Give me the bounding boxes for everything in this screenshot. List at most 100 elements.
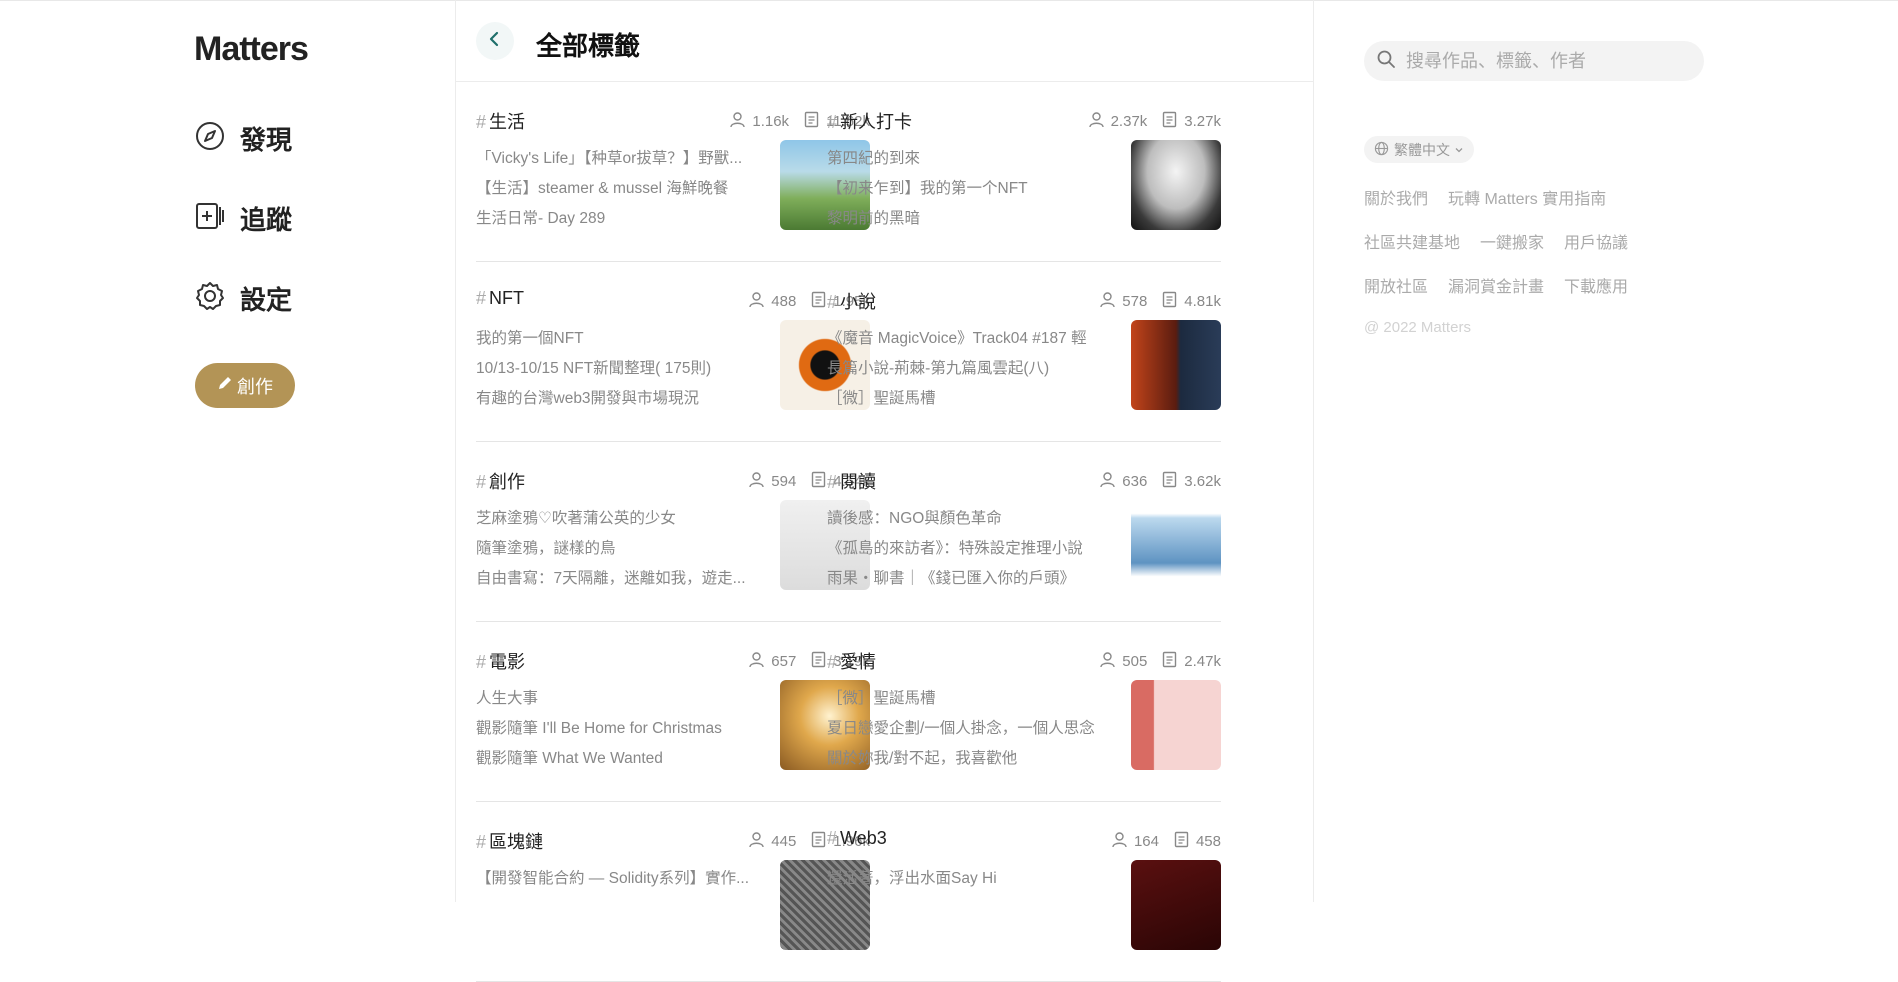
tag-card[interactable]: # 區塊鏈 445 1.96k 【開發智能合約 — Solidity系列】實作..… [476, 802, 870, 982]
tag-cover-image[interactable] [1131, 140, 1221, 230]
tag-article-link[interactable]: 【初来乍到】我的第一个NFT [827, 174, 1117, 204]
hash-icon: # [476, 652, 487, 672]
tag-cover-image[interactable] [1131, 860, 1221, 950]
tag-name[interactable]: # NFT [476, 288, 524, 309]
user-count-value: 488 [771, 293, 797, 310]
tag-name[interactable]: # 愛情 [827, 648, 876, 674]
article-count-value: 2.47k [1184, 653, 1221, 670]
language-label: 繁體中文 [1394, 141, 1450, 158]
user-count: 505 [1099, 651, 1147, 672]
user-count-value: 1.16k [752, 113, 790, 130]
tag-name-label: 創作 [489, 472, 526, 492]
tag-article-link[interactable]: ［微］聖誕馬槽 [827, 384, 1117, 414]
gear-icon [194, 280, 226, 317]
link-bug-bounty[interactable]: 漏洞賞金計畫 [1448, 273, 1544, 297]
pencil-icon [217, 375, 237, 396]
tag-article-link[interactable]: 《孤島的來訪者》：特殊設定推理小說 [827, 534, 1117, 564]
article-count-value: 3.27k [1184, 113, 1221, 130]
tag-card[interactable]: # 電影 657 3.19k 人生大事 觀影隨筆 I'll Be Home for… [476, 622, 870, 802]
link-about[interactable]: 關於我們 [1364, 185, 1428, 209]
link-terms[interactable]: 用戶協議 [1564, 229, 1628, 253]
article-count: 4.81k [1161, 291, 1221, 312]
tag-card[interactable]: # NFT 488 1.95k 我的第一個NFT 10/13-10/15 NFT新… [476, 262, 870, 442]
tag-article-link[interactable]: 有趣的台灣web3開發與市場現況 [476, 384, 766, 414]
tag-name[interactable]: # 生活 [476, 108, 525, 134]
footer-links-row-3: 開放社區 漏洞賞金計畫 下載應用 [1364, 273, 1648, 297]
tag-article-link[interactable]: 「Vicky's Life」【种草or拔草？】野獸... [476, 144, 766, 174]
user-count-value: 2.37k [1110, 113, 1148, 130]
tag-article-link[interactable]: 關於妳我/對不起，我喜歡他 [827, 744, 1117, 774]
tag-article-link[interactable]: 觀影隨筆 What We Wanted [476, 744, 766, 774]
tag-card[interactable]: # Web3 164 458 還活著，浮出水面Say Hi [827, 802, 1221, 982]
tag-name[interactable]: # 區塊鏈 [476, 828, 543, 854]
article-icon [1161, 651, 1184, 672]
tag-article-link[interactable]: 我的第一個NFT [476, 324, 766, 354]
nav-discover[interactable]: 發現 [194, 120, 292, 157]
tag-article-list: 人生大事 觀影隨筆 I'll Be Home for Christmas 觀影隨… [476, 684, 766, 774]
tag-article-link[interactable]: 還活著，浮出水面Say Hi [827, 864, 1117, 894]
link-download-app[interactable]: 下載應用 [1564, 273, 1628, 297]
tag-article-link[interactable]: 讀後感：NGO與顏色革命 [827, 504, 1117, 534]
tag-article-link[interactable]: 隨筆塗鴉，謎樣的鳥 [476, 534, 766, 564]
tag-name-label: 愛情 [840, 652, 877, 672]
create-button[interactable]: 創作 [195, 363, 295, 408]
article-count-value: 4.81k [1184, 293, 1221, 310]
tag-name[interactable]: # 新人打卡 [827, 108, 912, 134]
tag-name[interactable]: # Web3 [827, 828, 887, 849]
hash-icon: # [476, 288, 487, 308]
chevron-down-icon [1450, 142, 1464, 158]
user-count-value: 636 [1122, 473, 1148, 490]
back-button[interactable] [476, 22, 514, 60]
left-sidebar: Matters 發現 追蹤 設定 創作 [0, 0, 455, 902]
link-open-community[interactable]: 開放社區 [1364, 273, 1428, 297]
tag-article-link[interactable]: 【開發智能合約 — Solidity系列】實作... [476, 864, 766, 894]
user-count: 445 [748, 831, 796, 852]
nav-settings[interactable]: 設定 [194, 280, 292, 317]
tag-article-link[interactable]: 自由書寫：7天隔離，迷離如我，遊走... [476, 564, 766, 594]
link-migration[interactable]: 一鍵搬家 [1480, 229, 1544, 253]
tag-stats: 2.37k 3.27k [1074, 111, 1221, 132]
user-count: 636 [1099, 471, 1147, 492]
nav-discover-label: 發現 [240, 125, 293, 155]
tag-article-link[interactable]: 生活日常- Day 289 [476, 204, 766, 234]
nav-follow[interactable]: 追蹤 [194, 200, 292, 237]
tag-name[interactable]: # 電影 [476, 648, 525, 674]
user-count: 488 [748, 291, 796, 312]
link-guide[interactable]: 玩轉 Matters 實用指南 [1448, 185, 1606, 209]
tag-article-link[interactable]: 10/13-10/15 NFT新聞整理( 175則) [476, 354, 766, 384]
tag-card[interactable]: # 創作 594 4.54k 芝麻塗鴉♡吹著蒲公英的少女 隨筆塗鴉，謎樣的鳥 自由… [476, 442, 870, 622]
tag-article-link[interactable]: 《魔音 MagicVoice》Track04 #187 輕 [827, 324, 1117, 354]
tag-card[interactable]: # 新人打卡 2.37k 3.27k 第四紀的到來 【初来乍到】我的第一个NFT … [827, 82, 1221, 262]
tag-card[interactable]: # 小說 578 4.81k 《魔音 MagicVoice》Track04 #18… [827, 262, 1221, 442]
tag-article-link[interactable]: 人生大事 [476, 684, 766, 714]
user-count-value: 657 [771, 653, 797, 670]
tag-article-link[interactable]: ［微］聖誕馬槽 [827, 684, 1117, 714]
link-community[interactable]: 社區共建基地 [1364, 229, 1460, 253]
tag-card[interactable]: # 生活 1.16k 11.62k 「Vicky's Life」【种草or拔草？】… [476, 82, 870, 262]
search-input[interactable] [1406, 50, 1686, 72]
tag-name[interactable]: # 創作 [476, 468, 525, 494]
tag-article-link[interactable]: 夏日戀愛企劃/一個人掛念，一個人思念 [827, 714, 1117, 744]
tag-name[interactable]: # 小說 [827, 288, 876, 314]
tag-article-list: 芝麻塗鴉♡吹著蒲公英的少女 隨筆塗鴉，謎樣的鳥 自由書寫：7天隔離，迷離如我，遊… [476, 504, 766, 594]
tag-article-link[interactable]: 觀影隨筆 I'll Be Home for Christmas [476, 714, 766, 744]
tag-cover-image[interactable] [1131, 320, 1221, 410]
user-count-value: 164 [1133, 833, 1159, 850]
tag-article-link[interactable]: 【生活】steamer & mussel 海鮮晚餐 [476, 174, 766, 204]
tag-cover-image[interactable] [1131, 680, 1221, 770]
tag-name[interactable]: # 閱讀 [827, 468, 876, 494]
search-bar[interactable] [1364, 41, 1704, 81]
tag-article-link[interactable]: 黎明前的黑暗 [827, 204, 1117, 234]
tag-cover-image[interactable] [1131, 500, 1221, 590]
user-icon [748, 471, 771, 492]
tag-article-link[interactable]: 雨果・聊書｜《錢已匯入你的戶頭》 [827, 564, 1117, 594]
tag-article-link[interactable]: 芝麻塗鴉♡吹著蒲公英的少女 [476, 504, 766, 534]
matters-logo[interactable]: Matters [194, 30, 309, 69]
tag-card[interactable]: # 愛情 505 2.47k ［微］聖誕馬槽 夏日戀愛企劃/一個人掛念，一個人思念… [827, 622, 1221, 802]
language-selector[interactable]: 繁體中文 [1364, 136, 1474, 163]
tag-card[interactable]: # 閱讀 636 3.62k 讀後感：NGO與顏色革命 《孤島的來訪者》：特殊設定… [827, 442, 1221, 622]
tag-name-label: 電影 [489, 652, 526, 672]
tag-article-link[interactable]: 長篇小說-荊棘-第九篇風雲起(八) [827, 354, 1117, 384]
tag-name-label: NFT [489, 288, 525, 308]
tag-article-link[interactable]: 第四紀的到來 [827, 144, 1117, 174]
